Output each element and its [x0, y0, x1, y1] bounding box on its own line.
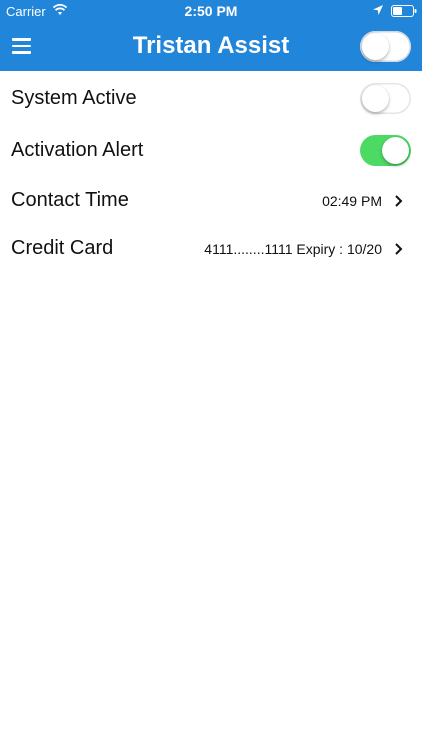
credit-card-value: 4111........1111 Expiry : 10/20	[204, 241, 382, 257]
status-time: 2:50 PM	[184, 3, 238, 19]
chevron-right-icon	[395, 195, 403, 207]
location-icon	[373, 5, 383, 15]
system-active-toggle[interactable]	[360, 83, 411, 114]
credit-card-label: Credit Card	[11, 237, 114, 259]
contact-time-row[interactable]: Contact Time 02:49 PM	[0, 176, 422, 224]
toggle-knob	[362, 33, 389, 60]
toggle-knob	[362, 85, 389, 112]
system-active-row: System Active	[0, 74, 422, 122]
chevron-right-icon	[395, 243, 403, 255]
activation-alert-row: Activation Alert	[0, 126, 422, 174]
credit-card-row[interactable]: Credit Card 4111........1111 Expiry : 10…	[0, 224, 422, 272]
contact-time-value: 02:49 PM	[322, 193, 382, 209]
nav-bar: Tristan Assist	[0, 22, 422, 71]
battery-icon	[391, 5, 417, 17]
activation-alert-label: Activation Alert	[11, 139, 144, 161]
toggle-knob	[382, 137, 409, 164]
contact-time-label: Contact Time	[11, 189, 129, 211]
activation-alert-toggle[interactable]	[360, 135, 411, 166]
system-active-label: System Active	[11, 87, 137, 109]
page-title: Tristan Assist	[132, 32, 290, 59]
status-bar: Carrier 2:50 PM	[0, 0, 422, 22]
header-toggle[interactable]	[360, 31, 411, 62]
